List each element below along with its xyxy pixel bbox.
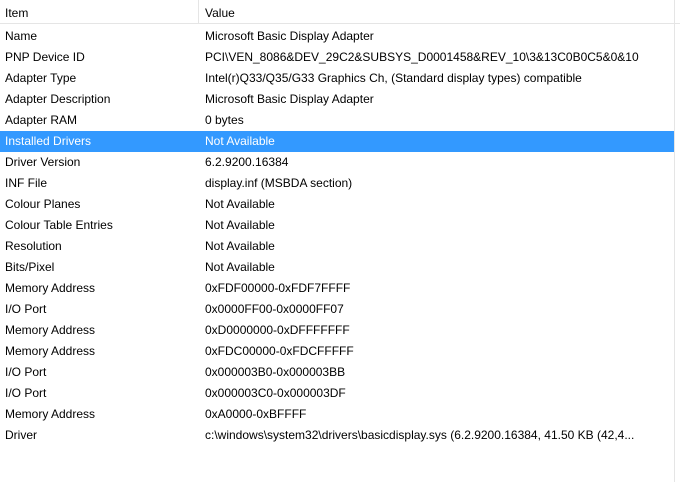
row-value: Microsoft Basic Display Adapter: [205, 29, 374, 43]
row-item: Adapter Type: [5, 71, 77, 85]
list-row[interactable]: Colour Table Entries Not Available: [0, 215, 674, 236]
list-row[interactable]: Memory Address 0xA0000-0xBFFFF: [0, 404, 674, 425]
row-item: I/O Port: [5, 365, 47, 379]
row-value: display.inf (MSBDA section): [205, 176, 353, 190]
column-header-value-label: Value: [205, 6, 235, 20]
row-item: Memory Address: [5, 344, 96, 358]
list-header: Item Value: [0, 0, 680, 24]
list-row[interactable]: Adapter RAM 0 bytes: [0, 110, 674, 131]
list-row[interactable]: I/O Port 0x000003B0-0x000003BB: [0, 362, 674, 383]
row-value: 0x000003C0-0x000003DF: [205, 386, 346, 400]
list-row[interactable]: Memory Address 0xFDC00000-0xFDCFFFFF: [0, 341, 674, 362]
row-value: 6.2.9200.16384: [205, 155, 289, 169]
list-row[interactable]: INF File display.inf (MSBDA section): [0, 173, 674, 194]
row-value: 0xFDF00000-0xFDF7FFFF: [205, 281, 351, 295]
list-row[interactable]: Colour Planes Not Available: [0, 194, 674, 215]
list-row[interactable]: Memory Address 0xD0000000-0xDFFFFFFF: [0, 320, 674, 341]
list-row[interactable]: PNP Device ID PCI\VEN_8086&DEV_29C2&SUBSY…: [0, 47, 674, 68]
row-item: INF File: [5, 176, 47, 190]
row-value: 0xA0000-0xBFFFF: [205, 407, 307, 421]
list-row[interactable]: I/O Port 0x0000FF00-0x0000FF07: [0, 299, 674, 320]
row-item: Memory Address: [5, 281, 96, 295]
row-value: 0xFDC00000-0xFDCFFFFF: [205, 344, 354, 358]
row-item: Adapter RAM: [5, 113, 78, 127]
row-item: Colour Planes: [5, 197, 81, 211]
list-row[interactable]: Name Microsoft Basic Display Adapter: [0, 26, 674, 47]
list-border: [674, 0, 675, 482]
list-row[interactable]: Driver c:\windows\system32\drivers\basicd…: [0, 425, 674, 446]
row-item: Bits/Pixel: [5, 260, 55, 274]
row-item: I/O Port: [5, 302, 47, 316]
row-value: 0x000003B0-0x000003BB: [205, 365, 346, 379]
list-row[interactable]: I/O Port 0x000003C0-0x000003DF: [0, 383, 674, 404]
row-value: c:\windows\system32\drivers\basicdisplay…: [205, 428, 635, 442]
column-header-value[interactable]: Value: [199, 0, 669, 23]
row-item: Driver Version: [5, 155, 81, 169]
row-item: Name: [5, 29, 38, 43]
list-row[interactable]: Bits/Pixel Not Available: [0, 257, 674, 278]
row-value: 0xD0000000-0xDFFFFFFF: [205, 323, 350, 337]
column-header-item[interactable]: Item: [0, 0, 199, 23]
row-value: Not Available: [205, 197, 275, 211]
row-item: Driver: [5, 428, 37, 442]
row-value: PCI\VEN_8086&DEV_29C2&SUBSYS_D0001458&RE…: [205, 50, 639, 64]
row-item: Memory Address: [5, 323, 96, 337]
row-value: 0 bytes: [205, 113, 244, 127]
row-value: Not Available: [205, 134, 275, 148]
list-row[interactable]: Memory Address 0xFDF00000-0xFDF7FFFF: [0, 278, 674, 299]
row-value: Not Available: [205, 260, 275, 274]
row-value: Not Available: [205, 239, 275, 253]
list-row[interactable]: Adapter Type Intel(r)Q33/Q35/G33 Graphics…: [0, 68, 674, 89]
row-item: Colour Table Entries: [5, 218, 113, 232]
row-item: Resolution: [5, 239, 62, 253]
column-header-item-label: Item: [5, 6, 29, 20]
row-value: Not Available: [205, 218, 275, 232]
row-value: Microsoft Basic Display Adapter: [205, 92, 374, 106]
row-value: 0x0000FF00-0x0000FF07: [205, 302, 344, 316]
list-row[interactable]: Resolution Not Available: [0, 236, 674, 257]
list-row[interactable]: Driver Version 6.2.9200.16384: [0, 152, 674, 173]
row-item: Adapter Description: [5, 92, 111, 106]
list-row[interactable]: Installed Drivers Not Available: [0, 131, 674, 152]
list-row[interactable]: Adapter Description Microsoft Basic Displ…: [0, 89, 674, 110]
row-item: I/O Port: [5, 386, 47, 400]
row-item: Memory Address: [5, 407, 96, 421]
row-item: Installed Drivers: [5, 134, 92, 148]
details-list: Name Microsoft Basic Display Adapter PNP D…: [0, 26, 674, 446]
row-item: PNP Device ID: [5, 50, 85, 64]
row-value: Intel(r)Q33/Q35/G33 Graphics Ch, (Standa…: [205, 71, 582, 85]
